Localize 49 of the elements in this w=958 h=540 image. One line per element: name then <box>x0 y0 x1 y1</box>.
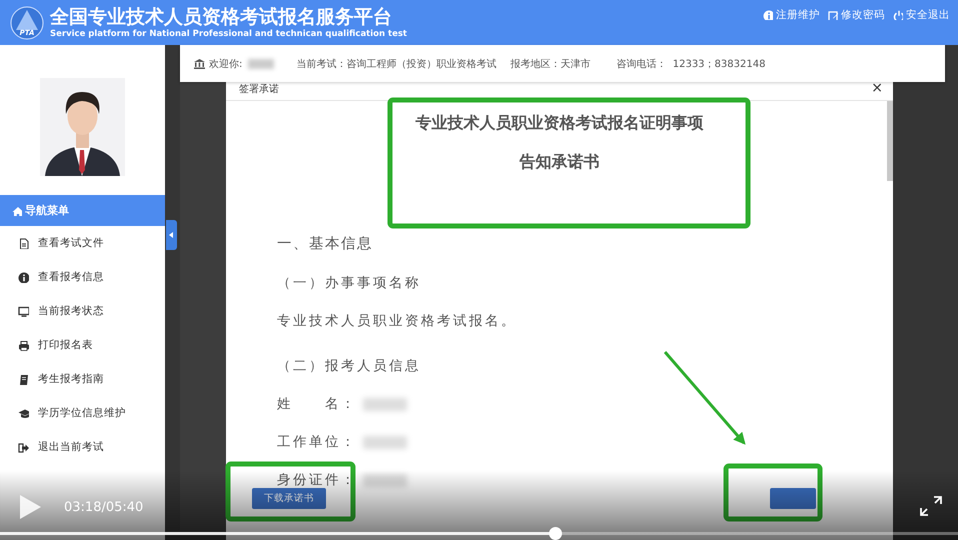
sidebar-toggle[interactable] <box>166 220 177 250</box>
modal-title: 签署承诺 <box>239 82 279 96</box>
menu-item[interactable]: 当前报考状态 <box>0 294 165 328</box>
scrollbar-thumb[interactable] <box>887 101 893 181</box>
subsection-heading: （一）办事事项名称 <box>277 274 421 292</box>
hotline: 咨询电话： 12333；83832148 <box>616 58 766 70</box>
field-label: 身份证件： <box>277 471 357 489</box>
collapse-arrow-icon <box>169 232 174 238</box>
graduation-cap-icon <box>18 408 29 418</box>
bank-icon <box>194 58 205 68</box>
menu-item[interactable]: 退出当前考试 <box>0 430 165 464</box>
edit-icon <box>828 10 838 20</box>
field-label: 工作单位： <box>277 433 357 451</box>
site-subtitle: Service platform for National Professional and technican qualification test <box>50 28 407 40</box>
blurred-name <box>248 58 274 68</box>
menu-item[interactable]: 打印报名表 <box>0 328 165 362</box>
menu-item[interactable]: 查看考试文件 <box>0 226 165 260</box>
document-icon <box>18 238 29 248</box>
download-button[interactable]: 下载承诺书 <box>252 488 326 509</box>
menu-item[interactable]: 学历学位信息维护 <box>0 396 165 430</box>
close-button[interactable]: × <box>871 79 883 97</box>
blurred-value <box>363 398 407 410</box>
info-icon <box>763 10 773 20</box>
info-icon <box>18 272 29 282</box>
field-label: 姓 名： <box>277 395 357 413</box>
blurred-value <box>363 436 407 448</box>
book-icon <box>18 374 29 384</box>
monitor-icon <box>18 306 29 316</box>
sign-out-icon <box>18 442 29 452</box>
play-icon[interactable] <box>18 494 42 520</box>
menu-title: 导航菜单 <box>25 203 69 218</box>
blurred-value <box>363 474 407 486</box>
paragraph: 专业技术人员职业资格考试报名。 <box>277 312 517 330</box>
progress-bar[interactable] <box>0 527 958 540</box>
exam-region: 报考地区：天津市 <box>510 58 590 70</box>
menu-item[interactable]: 考生报考指南 <box>0 362 165 396</box>
current-exam: 当前考试：咨询工程师（投资）职业资格考试 <box>296 58 496 70</box>
fullscreen-icon[interactable] <box>920 496 942 516</box>
playback-time: 03:18/05:40 <box>64 500 144 515</box>
site-title: 全国专业技术人员资格考试报名服务平台 <box>50 6 393 28</box>
document-title: 专业技术人员职业资格考试报名证明事项 <box>416 113 704 134</box>
power-icon <box>893 10 903 20</box>
home-icon <box>12 206 22 216</box>
printer-icon <box>18 340 29 350</box>
section-heading: 一、基本信息 <box>277 234 373 252</box>
document-title: 告知承诺书 <box>520 152 600 173</box>
subsection-heading: （二）报考人员信息 <box>277 356 421 374</box>
welcome-label: 欢迎你: <box>209 58 242 70</box>
menu-item[interactable]: 查看报考信息 <box>0 260 165 294</box>
